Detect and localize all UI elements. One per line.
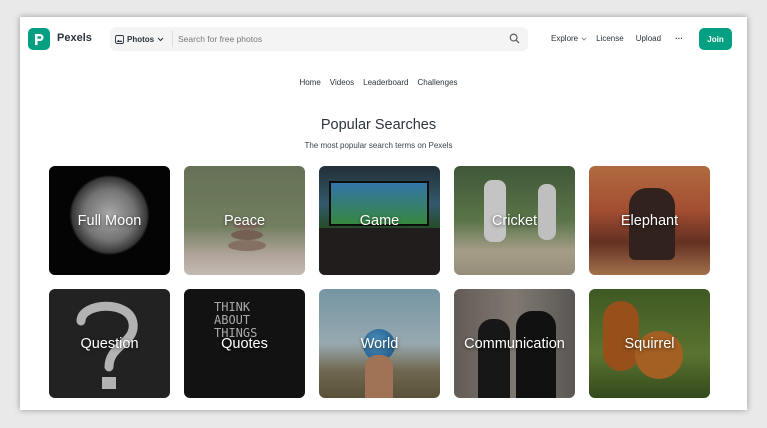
sub-navigation: Home Videos Leaderboard Challenges bbox=[20, 78, 737, 87]
tile-world[interactable]: World bbox=[319, 289, 440, 398]
chevron-down-icon bbox=[157, 37, 164, 41]
pexels-logo[interactable] bbox=[28, 28, 50, 50]
tile-label: Quotes bbox=[221, 335, 268, 352]
chevron-down-icon bbox=[581, 36, 587, 41]
tile-label: Question bbox=[80, 335, 139, 352]
tile-full-moon[interactable]: Full Moon bbox=[49, 166, 170, 275]
upload-link[interactable]: Upload bbox=[636, 34, 661, 43]
tile-label: Cricket bbox=[491, 212, 538, 229]
search-icon[interactable] bbox=[509, 33, 520, 44]
tile-communication[interactable]: Communication bbox=[454, 289, 575, 398]
tile-squirrel[interactable]: Squirrel bbox=[589, 289, 710, 398]
subnav-home[interactable]: Home bbox=[299, 78, 320, 87]
tile-label: Peace bbox=[223, 212, 266, 229]
top-header: Pexels Photos Explore bbox=[20, 17, 747, 61]
subnav-leaderboard[interactable]: Leaderboard bbox=[363, 78, 408, 87]
tile-label: Squirrel bbox=[624, 335, 675, 352]
tile-cricket[interactable]: Cricket bbox=[454, 166, 575, 275]
license-link[interactable]: License bbox=[596, 34, 624, 43]
search-scope-select[interactable]: Photos bbox=[115, 32, 164, 46]
join-button[interactable]: Join bbox=[699, 28, 732, 50]
more-menu-button[interactable]: ··· bbox=[675, 34, 683, 43]
browser-window: Pexels Photos Explore bbox=[20, 17, 747, 410]
divider bbox=[172, 31, 173, 47]
tile-peace[interactable]: Peace bbox=[184, 166, 305, 275]
section-subtitle: The most popular search terms on Pexels bbox=[304, 141, 453, 150]
explore-menu[interactable]: Explore bbox=[551, 34, 587, 43]
tile-label: Full Moon bbox=[77, 212, 142, 229]
tile-quotes[interactable]: THINK ABOUT THINGS Quotes bbox=[184, 289, 305, 398]
image-icon bbox=[115, 34, 124, 44]
section-title: Popular Searches bbox=[320, 117, 437, 133]
tile-label: Game bbox=[359, 212, 400, 229]
brand-name[interactable]: Pexels bbox=[57, 32, 92, 44]
search-scope-label: Photos bbox=[127, 34, 155, 44]
tile-elephant[interactable]: Elephant bbox=[589, 166, 710, 275]
tile-game[interactable]: Game bbox=[319, 166, 440, 275]
tile-label: Communication bbox=[464, 335, 565, 352]
search-input[interactable] bbox=[178, 31, 498, 47]
tile-label: Elephant bbox=[620, 212, 679, 229]
tile-question[interactable]: Question bbox=[49, 289, 170, 398]
pexels-logo-icon bbox=[35, 33, 44, 45]
subnav-videos[interactable]: Videos bbox=[330, 78, 354, 87]
search-bar: Photos bbox=[110, 27, 528, 51]
explore-label: Explore bbox=[551, 34, 579, 43]
subnav-challenges[interactable]: Challenges bbox=[418, 78, 458, 87]
tile-label: World bbox=[360, 335, 399, 352]
top-nav: Explore License Upload ··· bbox=[551, 34, 695, 43]
